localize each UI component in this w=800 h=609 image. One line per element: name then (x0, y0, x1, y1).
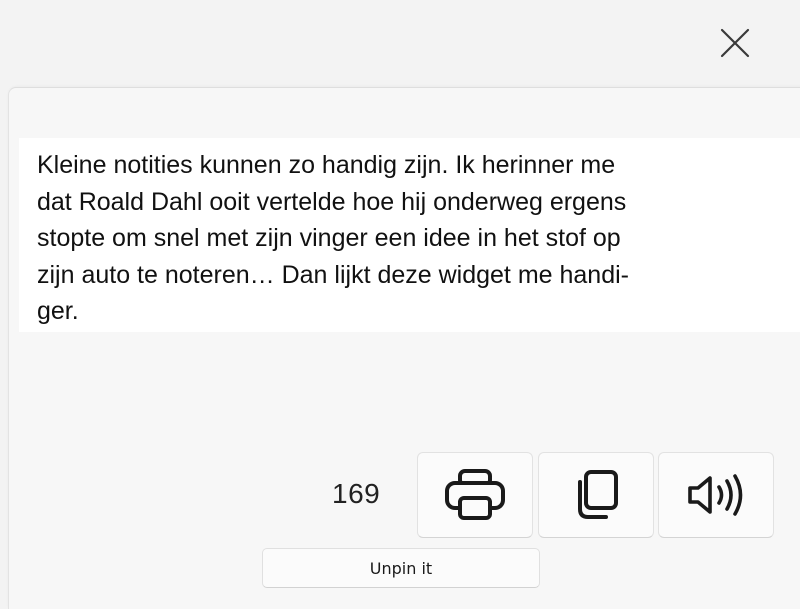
copy-icon (578, 470, 618, 519)
unpin-button[interactable]: Unpin it (262, 548, 540, 588)
note-text-area[interactable]: Kleine notities kunnen zo handig zijn. I… (19, 138, 800, 332)
speaker-icon (688, 474, 743, 516)
close-icon (720, 28, 750, 58)
character-count: 169 (332, 478, 381, 509)
close-button[interactable] (712, 20, 758, 66)
speak-button[interactable] (658, 452, 774, 538)
printer-icon (445, 469, 505, 520)
print-button[interactable] (417, 452, 533, 538)
copy-button[interactable] (538, 452, 654, 538)
note-text: Kleine notities kunnen zo handig zijn. I… (37, 151, 629, 325)
